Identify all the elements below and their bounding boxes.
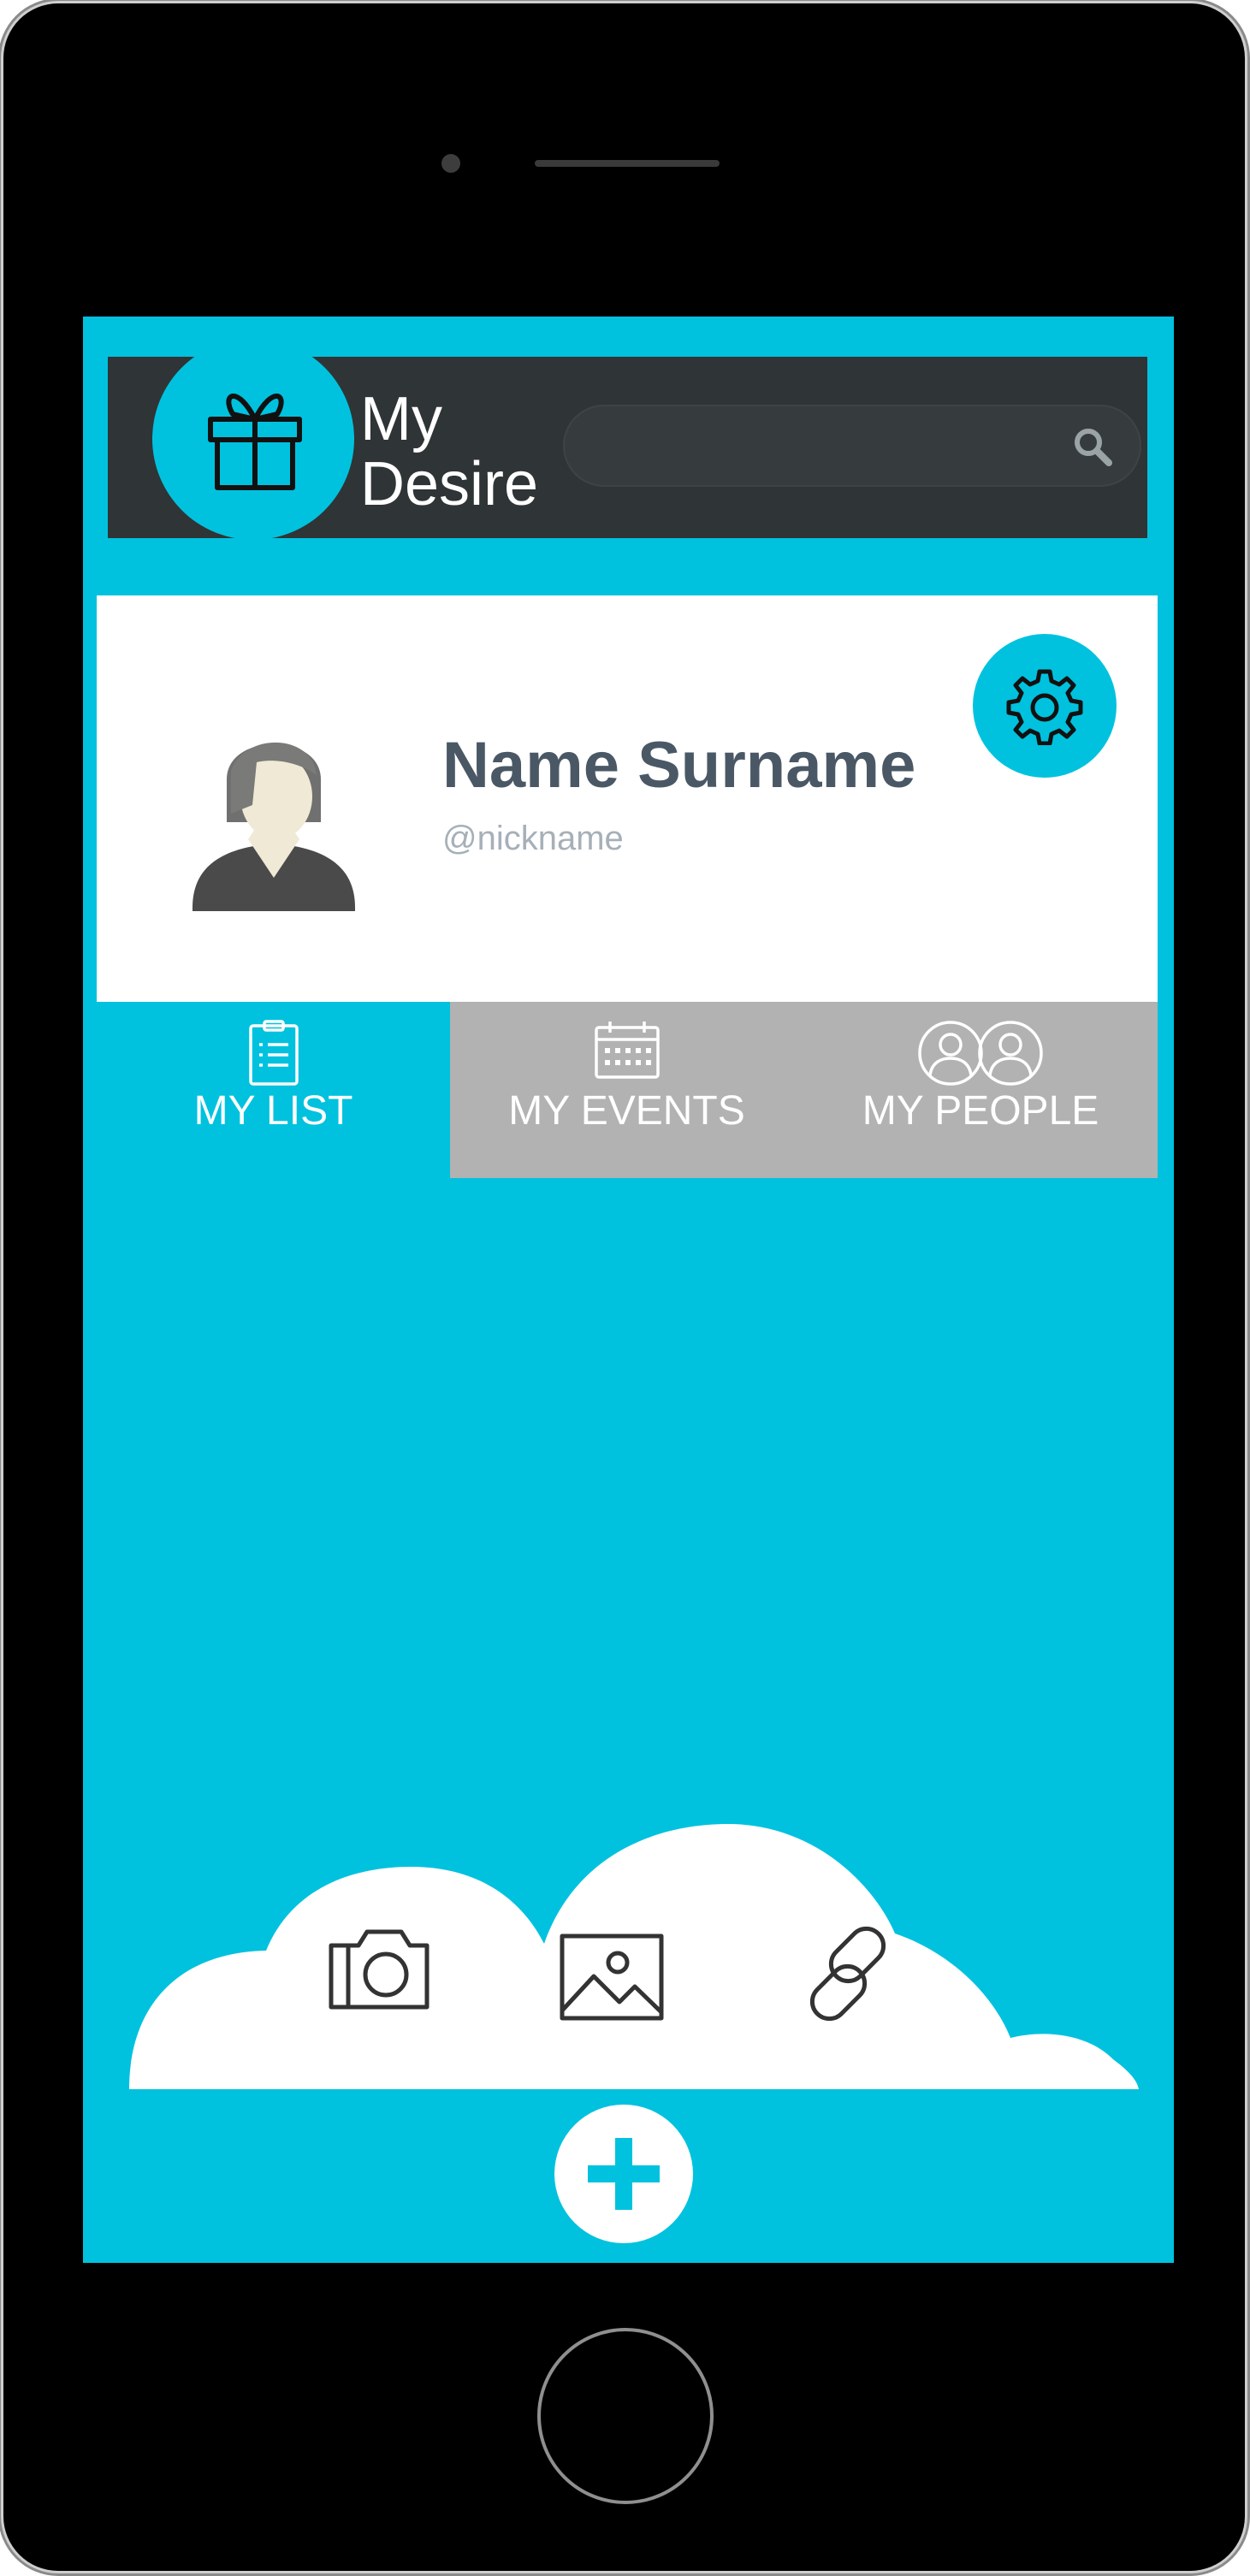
- earpiece-speaker: [535, 160, 720, 167]
- search-bar: [563, 405, 1141, 487]
- tab-bar: MY LIST MY EVENTS MY PEOPLE: [97, 1002, 1158, 1178]
- tab-my-people[interactable]: MY PEOPLE: [803, 1002, 1158, 1178]
- home-button[interactable]: [537, 2328, 714, 2504]
- tab-my-list[interactable]: MY LIST: [97, 1002, 450, 1178]
- people-icon: [918, 1021, 1043, 1086]
- front-camera: [441, 154, 460, 173]
- plus-icon: [588, 2138, 660, 2210]
- link-icon: [809, 1926, 886, 2022]
- profile-nickname: @nickname: [442, 820, 624, 857]
- settings-button[interactable]: [973, 634, 1117, 778]
- image-button[interactable]: [560, 1933, 664, 2025]
- calendar-icon: [594, 1022, 660, 1079]
- camera-button[interactable]: [328, 1927, 430, 2016]
- phone-frame: My Desire Name Surname @nickname MY LIST…: [3, 3, 1245, 2571]
- app-header: My Desire: [108, 338, 1147, 540]
- profile-card: Name Surname @nickname: [97, 595, 1158, 1002]
- add-button[interactable]: [554, 2105, 693, 2243]
- profile-name: Name Surname: [442, 729, 916, 802]
- tab-my-list-label: MY LIST: [193, 1088, 353, 1134]
- app-title-line2: Desire: [360, 450, 539, 518]
- app-screen: My Desire Name Surname @nickname MY LIST…: [83, 317, 1174, 2263]
- clipboard-list-icon: [248, 1020, 299, 1086]
- gear-icon: [1006, 669, 1083, 745]
- tab-my-events[interactable]: MY EVENTS: [450, 1002, 803, 1178]
- link-button[interactable]: [794, 1920, 902, 2032]
- tab-my-events-label: MY EVENTS: [508, 1088, 745, 1134]
- search-input[interactable]: [590, 423, 1056, 470]
- gift-icon: [208, 394, 302, 490]
- avatar[interactable]: [193, 720, 355, 921]
- image-icon: [560, 1933, 664, 2021]
- tab-my-people-label: MY PEOPLE: [862, 1088, 1099, 1134]
- app-title-line1: My: [360, 385, 442, 453]
- camera-icon: [329, 1929, 430, 2010]
- search-icon[interactable]: [1071, 425, 1114, 472]
- app-title: My Desire: [360, 387, 538, 517]
- app-logo[interactable]: [152, 338, 354, 540]
- add-options-cloud: [129, 1824, 1139, 2093]
